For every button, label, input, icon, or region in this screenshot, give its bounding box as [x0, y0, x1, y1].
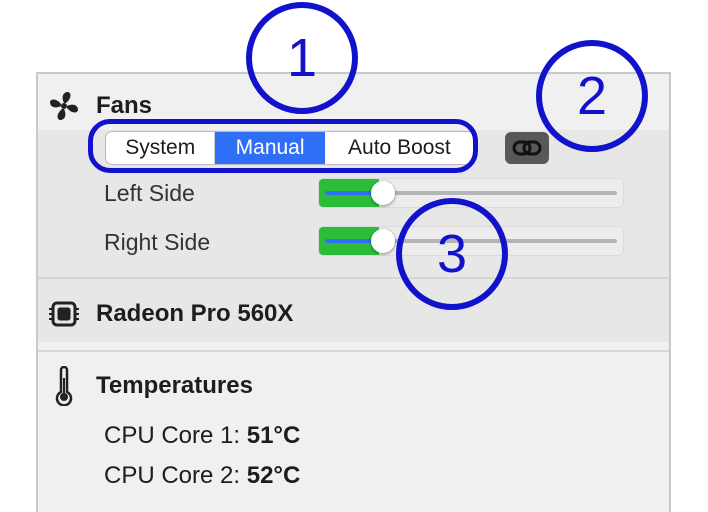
- thermometer-icon: [46, 366, 82, 406]
- section-divider: [38, 277, 669, 279]
- annotation-callout-3: 3: [396, 198, 508, 310]
- fans-title: Fans: [96, 92, 153, 119]
- temp-row-label: CPU Core 1:: [104, 422, 241, 449]
- temperatures-title: Temperatures: [96, 372, 253, 399]
- link-fans-button[interactable]: [505, 132, 549, 164]
- fan-icon: [46, 88, 82, 124]
- annotation-callout-2: 2: [536, 40, 648, 152]
- fan-right-side-knob[interactable]: [371, 229, 396, 253]
- gpu-title: Radeon Pro 560X: [96, 300, 294, 327]
- gpu-chip-icon: [46, 296, 82, 332]
- annotation-callout-1: 1: [246, 2, 358, 114]
- temp-row: CPU Core 1: 51°C: [104, 422, 300, 450]
- temp-row-value: 52°C: [246, 462, 301, 489]
- gpu-section-header: Radeon Pro 560X: [46, 296, 293, 332]
- section-divider: [38, 350, 669, 352]
- temp-row-value: 51°C: [246, 422, 301, 449]
- fan-left-side-label: Left Side: [104, 180, 195, 206]
- fan-right-side-label: Right Side: [104, 229, 211, 255]
- temp-row-label: CPU Core 2:: [104, 462, 241, 489]
- temperatures-section-header: Temperatures: [46, 366, 253, 406]
- link-icon: [512, 140, 542, 156]
- fan-left-side-knob[interactable]: [371, 181, 396, 205]
- annotation-highlight-box: [88, 119, 478, 173]
- temp-row: CPU Core 2: 52°C: [104, 462, 300, 490]
